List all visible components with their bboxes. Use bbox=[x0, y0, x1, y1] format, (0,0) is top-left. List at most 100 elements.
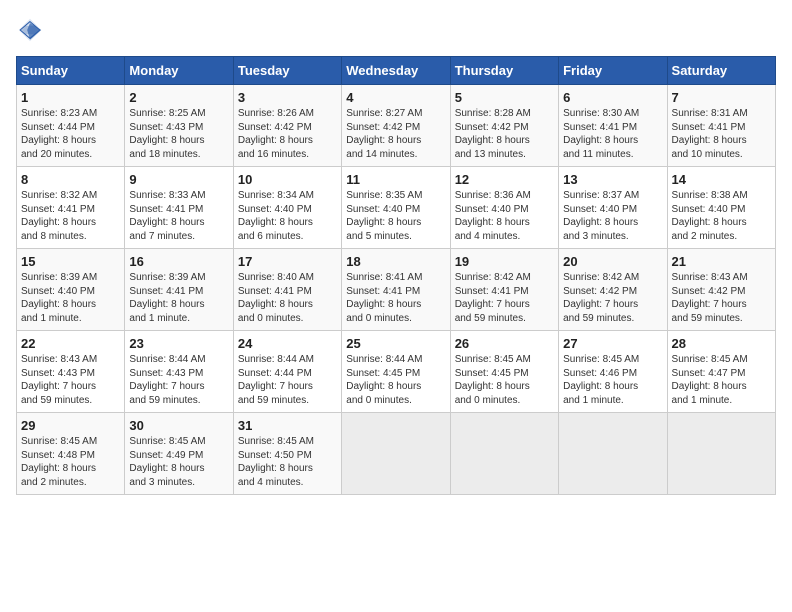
day-number: 29 bbox=[21, 418, 120, 433]
calendar-cell: 31 Sunrise: 8:45 AMSunset: 4:50 PMDayligh… bbox=[233, 413, 341, 495]
cell-details: Sunrise: 8:44 AMSunset: 4:44 PMDaylight:… bbox=[238, 353, 337, 407]
cell-details: Sunrise: 8:27 AMSunset: 4:42 PMDaylight:… bbox=[346, 107, 445, 161]
logo-icon bbox=[16, 16, 44, 44]
cell-details: Sunrise: 8:28 AMSunset: 4:42 PMDaylight:… bbox=[455, 107, 554, 161]
calendar-cell: 9 Sunrise: 8:33 AMSunset: 4:41 PMDaylight… bbox=[125, 167, 233, 249]
cell-details: Sunrise: 8:39 AMSunset: 4:41 PMDaylight:… bbox=[129, 271, 228, 325]
calendar-cell: 20Sunrise: 8:42 AMSunset: 4:42 PMDayligh… bbox=[559, 249, 667, 331]
column-header-tuesday: Tuesday bbox=[233, 57, 341, 85]
column-header-friday: Friday bbox=[559, 57, 667, 85]
cell-details: Sunrise: 8:39 AMSunset: 4:40 PMDaylight:… bbox=[21, 271, 120, 325]
calendar-cell: 21 Sunrise: 8:43 AMSunset: 4:42 PMDayligh… bbox=[667, 249, 775, 331]
calendar-week-5: 29 Sunrise: 8:45 AMSunset: 4:48 PMDayligh… bbox=[17, 413, 776, 495]
cell-details: Sunrise: 8:43 AMSunset: 4:42 PMDaylight:… bbox=[672, 271, 771, 325]
day-number: 19 bbox=[455, 254, 554, 269]
day-number: 24 bbox=[238, 336, 337, 351]
cell-details: Sunrise: 8:45 AMSunset: 4:46 PMDaylight:… bbox=[563, 353, 662, 407]
day-number: 20 bbox=[563, 254, 662, 269]
cell-details: Sunrise: 8:45 AMSunset: 4:47 PMDaylight:… bbox=[672, 353, 771, 407]
calendar-cell: 30 Sunrise: 8:45 AMSunset: 4:49 PMDayligh… bbox=[125, 413, 233, 495]
calendar-cell bbox=[450, 413, 558, 495]
cell-details: Sunrise: 8:37 AMSunset: 4:40 PMDaylight:… bbox=[563, 189, 662, 243]
calendar-cell: 13 Sunrise: 8:37 AMSunset: 4:40 PMDayligh… bbox=[559, 167, 667, 249]
day-number: 3 bbox=[238, 90, 337, 105]
calendar-week-4: 22 Sunrise: 8:43 AMSunset: 4:43 PMDayligh… bbox=[17, 331, 776, 413]
column-header-saturday: Saturday bbox=[667, 57, 775, 85]
calendar-cell: 24 Sunrise: 8:44 AMSunset: 4:44 PMDayligh… bbox=[233, 331, 341, 413]
day-number: 18 bbox=[346, 254, 445, 269]
calendar-cell: 28 Sunrise: 8:45 AMSunset: 4:47 PMDayligh… bbox=[667, 331, 775, 413]
calendar-cell: 8 Sunrise: 8:32 AMSunset: 4:41 PMDaylight… bbox=[17, 167, 125, 249]
cell-details: Sunrise: 8:44 AMSunset: 4:43 PMDaylight:… bbox=[129, 353, 228, 407]
header-row: SundayMondayTuesdayWednesdayThursdayFrid… bbox=[17, 57, 776, 85]
day-number: 22 bbox=[21, 336, 120, 351]
day-number: 14 bbox=[672, 172, 771, 187]
cell-details: Sunrise: 8:45 AMSunset: 4:49 PMDaylight:… bbox=[129, 435, 228, 489]
calendar-week-3: 15 Sunrise: 8:39 AMSunset: 4:40 PMDayligh… bbox=[17, 249, 776, 331]
logo bbox=[16, 16, 48, 44]
day-number: 23 bbox=[129, 336, 228, 351]
cell-details: Sunrise: 8:45 AMSunset: 4:48 PMDaylight:… bbox=[21, 435, 120, 489]
calendar-cell: 1 Sunrise: 8:23 AMSunset: 4:44 PMDaylight… bbox=[17, 85, 125, 167]
column-header-monday: Monday bbox=[125, 57, 233, 85]
calendar-cell: 17 Sunrise: 8:40 AMSunset: 4:41 PMDayligh… bbox=[233, 249, 341, 331]
day-number: 25 bbox=[346, 336, 445, 351]
day-number: 13 bbox=[563, 172, 662, 187]
calendar-cell: 23 Sunrise: 8:44 AMSunset: 4:43 PMDayligh… bbox=[125, 331, 233, 413]
calendar-week-2: 8 Sunrise: 8:32 AMSunset: 4:41 PMDaylight… bbox=[17, 167, 776, 249]
day-number: 31 bbox=[238, 418, 337, 433]
day-number: 12 bbox=[455, 172, 554, 187]
calendar-cell: 11 Sunrise: 8:35 AMSunset: 4:40 PMDayligh… bbox=[342, 167, 450, 249]
column-header-wednesday: Wednesday bbox=[342, 57, 450, 85]
day-number: 30 bbox=[129, 418, 228, 433]
day-number: 15 bbox=[21, 254, 120, 269]
cell-details: Sunrise: 8:33 AMSunset: 4:41 PMDaylight:… bbox=[129, 189, 228, 243]
cell-details: Sunrise: 8:45 AMSunset: 4:50 PMDaylight:… bbox=[238, 435, 337, 489]
calendar-cell: 26 Sunrise: 8:45 AMSunset: 4:45 PMDayligh… bbox=[450, 331, 558, 413]
cell-details: Sunrise: 8:44 AMSunset: 4:45 PMDaylight:… bbox=[346, 353, 445, 407]
cell-details: Sunrise: 8:41 AMSunset: 4:41 PMDaylight:… bbox=[346, 271, 445, 325]
day-number: 27 bbox=[563, 336, 662, 351]
cell-details: Sunrise: 8:25 AMSunset: 4:43 PMDaylight:… bbox=[129, 107, 228, 161]
day-number: 21 bbox=[672, 254, 771, 269]
day-number: 4 bbox=[346, 90, 445, 105]
day-number: 17 bbox=[238, 254, 337, 269]
calendar-cell: 25 Sunrise: 8:44 AMSunset: 4:45 PMDayligh… bbox=[342, 331, 450, 413]
page-header bbox=[16, 16, 776, 44]
day-number: 2 bbox=[129, 90, 228, 105]
day-number: 9 bbox=[129, 172, 228, 187]
column-header-sunday: Sunday bbox=[17, 57, 125, 85]
cell-details: Sunrise: 8:32 AMSunset: 4:41 PMDaylight:… bbox=[21, 189, 120, 243]
calendar-cell: 6Sunrise: 8:30 AMSunset: 4:41 PMDaylight… bbox=[559, 85, 667, 167]
calendar-cell: 14Sunrise: 8:38 AMSunset: 4:40 PMDayligh… bbox=[667, 167, 775, 249]
cell-details: Sunrise: 8:30 AMSunset: 4:41 PMDaylight:… bbox=[563, 107, 662, 161]
day-number: 5 bbox=[455, 90, 554, 105]
calendar-cell: 12 Sunrise: 8:36 AMSunset: 4:40 PMDayligh… bbox=[450, 167, 558, 249]
day-number: 8 bbox=[21, 172, 120, 187]
calendar-cell: 15 Sunrise: 8:39 AMSunset: 4:40 PMDayligh… bbox=[17, 249, 125, 331]
cell-details: Sunrise: 8:43 AMSunset: 4:43 PMDaylight:… bbox=[21, 353, 120, 407]
day-number: 26 bbox=[455, 336, 554, 351]
column-header-thursday: Thursday bbox=[450, 57, 558, 85]
day-number: 1 bbox=[21, 90, 120, 105]
calendar-week-1: 1 Sunrise: 8:23 AMSunset: 4:44 PMDaylight… bbox=[17, 85, 776, 167]
cell-details: Sunrise: 8:35 AMSunset: 4:40 PMDaylight:… bbox=[346, 189, 445, 243]
cell-details: Sunrise: 8:45 AMSunset: 4:45 PMDaylight:… bbox=[455, 353, 554, 407]
cell-details: Sunrise: 8:36 AMSunset: 4:40 PMDaylight:… bbox=[455, 189, 554, 243]
day-number: 7 bbox=[672, 90, 771, 105]
calendar-cell: 3Sunrise: 8:26 AMSunset: 4:42 PMDaylight… bbox=[233, 85, 341, 167]
calendar-cell: 16Sunrise: 8:39 AMSunset: 4:41 PMDayligh… bbox=[125, 249, 233, 331]
calendar-cell: 2 Sunrise: 8:25 AMSunset: 4:43 PMDaylight… bbox=[125, 85, 233, 167]
day-number: 10 bbox=[238, 172, 337, 187]
cell-details: Sunrise: 8:42 AMSunset: 4:41 PMDaylight:… bbox=[455, 271, 554, 325]
calendar-table: SundayMondayTuesdayWednesdayThursdayFrid… bbox=[16, 56, 776, 495]
cell-details: Sunrise: 8:23 AMSunset: 4:44 PMDaylight:… bbox=[21, 107, 120, 161]
calendar-cell: 27 Sunrise: 8:45 AMSunset: 4:46 PMDayligh… bbox=[559, 331, 667, 413]
day-number: 11 bbox=[346, 172, 445, 187]
calendar-cell: 29 Sunrise: 8:45 AMSunset: 4:48 PMDayligh… bbox=[17, 413, 125, 495]
calendar-cell bbox=[342, 413, 450, 495]
cell-details: Sunrise: 8:40 AMSunset: 4:41 PMDaylight:… bbox=[238, 271, 337, 325]
day-number: 28 bbox=[672, 336, 771, 351]
calendar-cell: 10Sunrise: 8:34 AMSunset: 4:40 PMDayligh… bbox=[233, 167, 341, 249]
cell-details: Sunrise: 8:31 AMSunset: 4:41 PMDaylight:… bbox=[672, 107, 771, 161]
